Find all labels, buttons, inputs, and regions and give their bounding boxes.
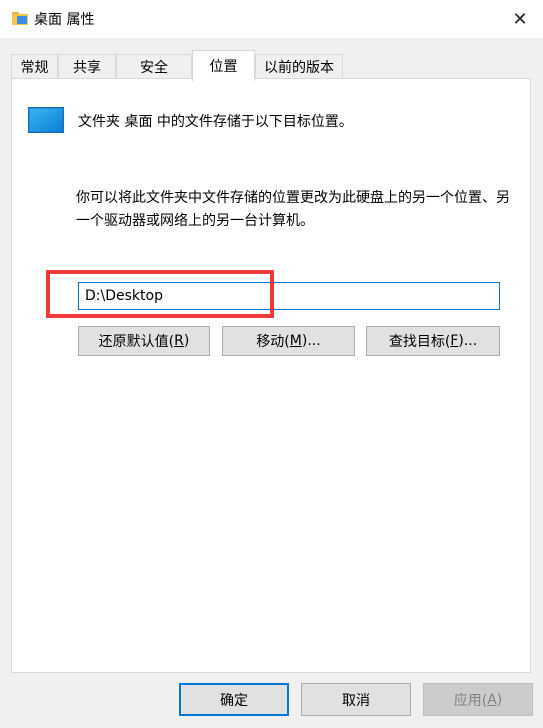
- location-info-text: 文件夹 桌面 中的文件存储于以下目标位置。: [78, 114, 353, 130]
- button-text: 应用(: [453, 692, 488, 709]
- button-suffix: ): [496, 691, 503, 708]
- title-bar: 桌面 属性 ✕: [0, 0, 543, 38]
- find-target-button[interactable]: 查找目标(F)...: [366, 326, 500, 356]
- ok-button[interactable]: 确定: [179, 683, 289, 716]
- button-suffix: )...: [301, 333, 321, 349]
- button-label: 取消: [342, 692, 370, 709]
- cancel-button[interactable]: 取消: [301, 683, 411, 716]
- button-suffix: )...: [458, 333, 478, 349]
- properties-window: 桌面 属性 ✕ 常规 共享 安全 位置 以前的版本 文件夹 桌面 中的文件存储于…: [0, 0, 543, 728]
- access-key: R: [174, 333, 184, 349]
- tab-security[interactable]: 安全: [116, 54, 192, 79]
- tab-sharing[interactable]: 共享: [58, 54, 116, 79]
- apply-button[interactable]: 应用(A): [423, 683, 533, 716]
- tab-label: 以前的版本: [264, 60, 334, 76]
- location-description: 你可以将此文件夹中文件存储的位置更改为此硬盘上的另一个位置、另一个驱动器或网络上…: [76, 190, 510, 229]
- monitor-icon: [28, 107, 64, 133]
- window-title: 桌面 属性: [34, 12, 95, 28]
- button-text: 查找目标(: [388, 334, 451, 350]
- tab-general[interactable]: 常规: [11, 54, 58, 79]
- button-label: 确定: [220, 692, 248, 709]
- button-suffix: ): [183, 333, 190, 349]
- tab-label: 位置: [209, 59, 238, 75]
- tab-label: 常规: [20, 60, 49, 76]
- button-text: 还原默认值(: [98, 334, 175, 350]
- restore-default-button[interactable]: 还原默认值(R): [78, 326, 210, 356]
- tab-label: 共享: [73, 60, 101, 76]
- tab-label: 安全: [140, 60, 168, 76]
- close-button[interactable]: ✕: [497, 0, 543, 38]
- folder-icon: [12, 12, 28, 25]
- path-input[interactable]: [78, 282, 500, 310]
- tab-location[interactable]: 位置: [192, 50, 255, 81]
- access-key: A: [487, 691, 497, 708]
- move-button[interactable]: 移动(M)...: [222, 326, 355, 356]
- close-icon: ✕: [512, 8, 528, 30]
- location-panel: 文件夹 桌面 中的文件存储于以下目标位置。 你可以将此文件夹中文件存储的位置更改…: [11, 78, 531, 673]
- tab-strip: 常规 共享 安全 位置 以前的版本: [11, 50, 531, 81]
- button-text: 移动(: [256, 334, 290, 350]
- access-key: M: [289, 333, 302, 349]
- tab-previous-versions[interactable]: 以前的版本: [255, 54, 343, 79]
- access-key: F: [450, 333, 459, 349]
